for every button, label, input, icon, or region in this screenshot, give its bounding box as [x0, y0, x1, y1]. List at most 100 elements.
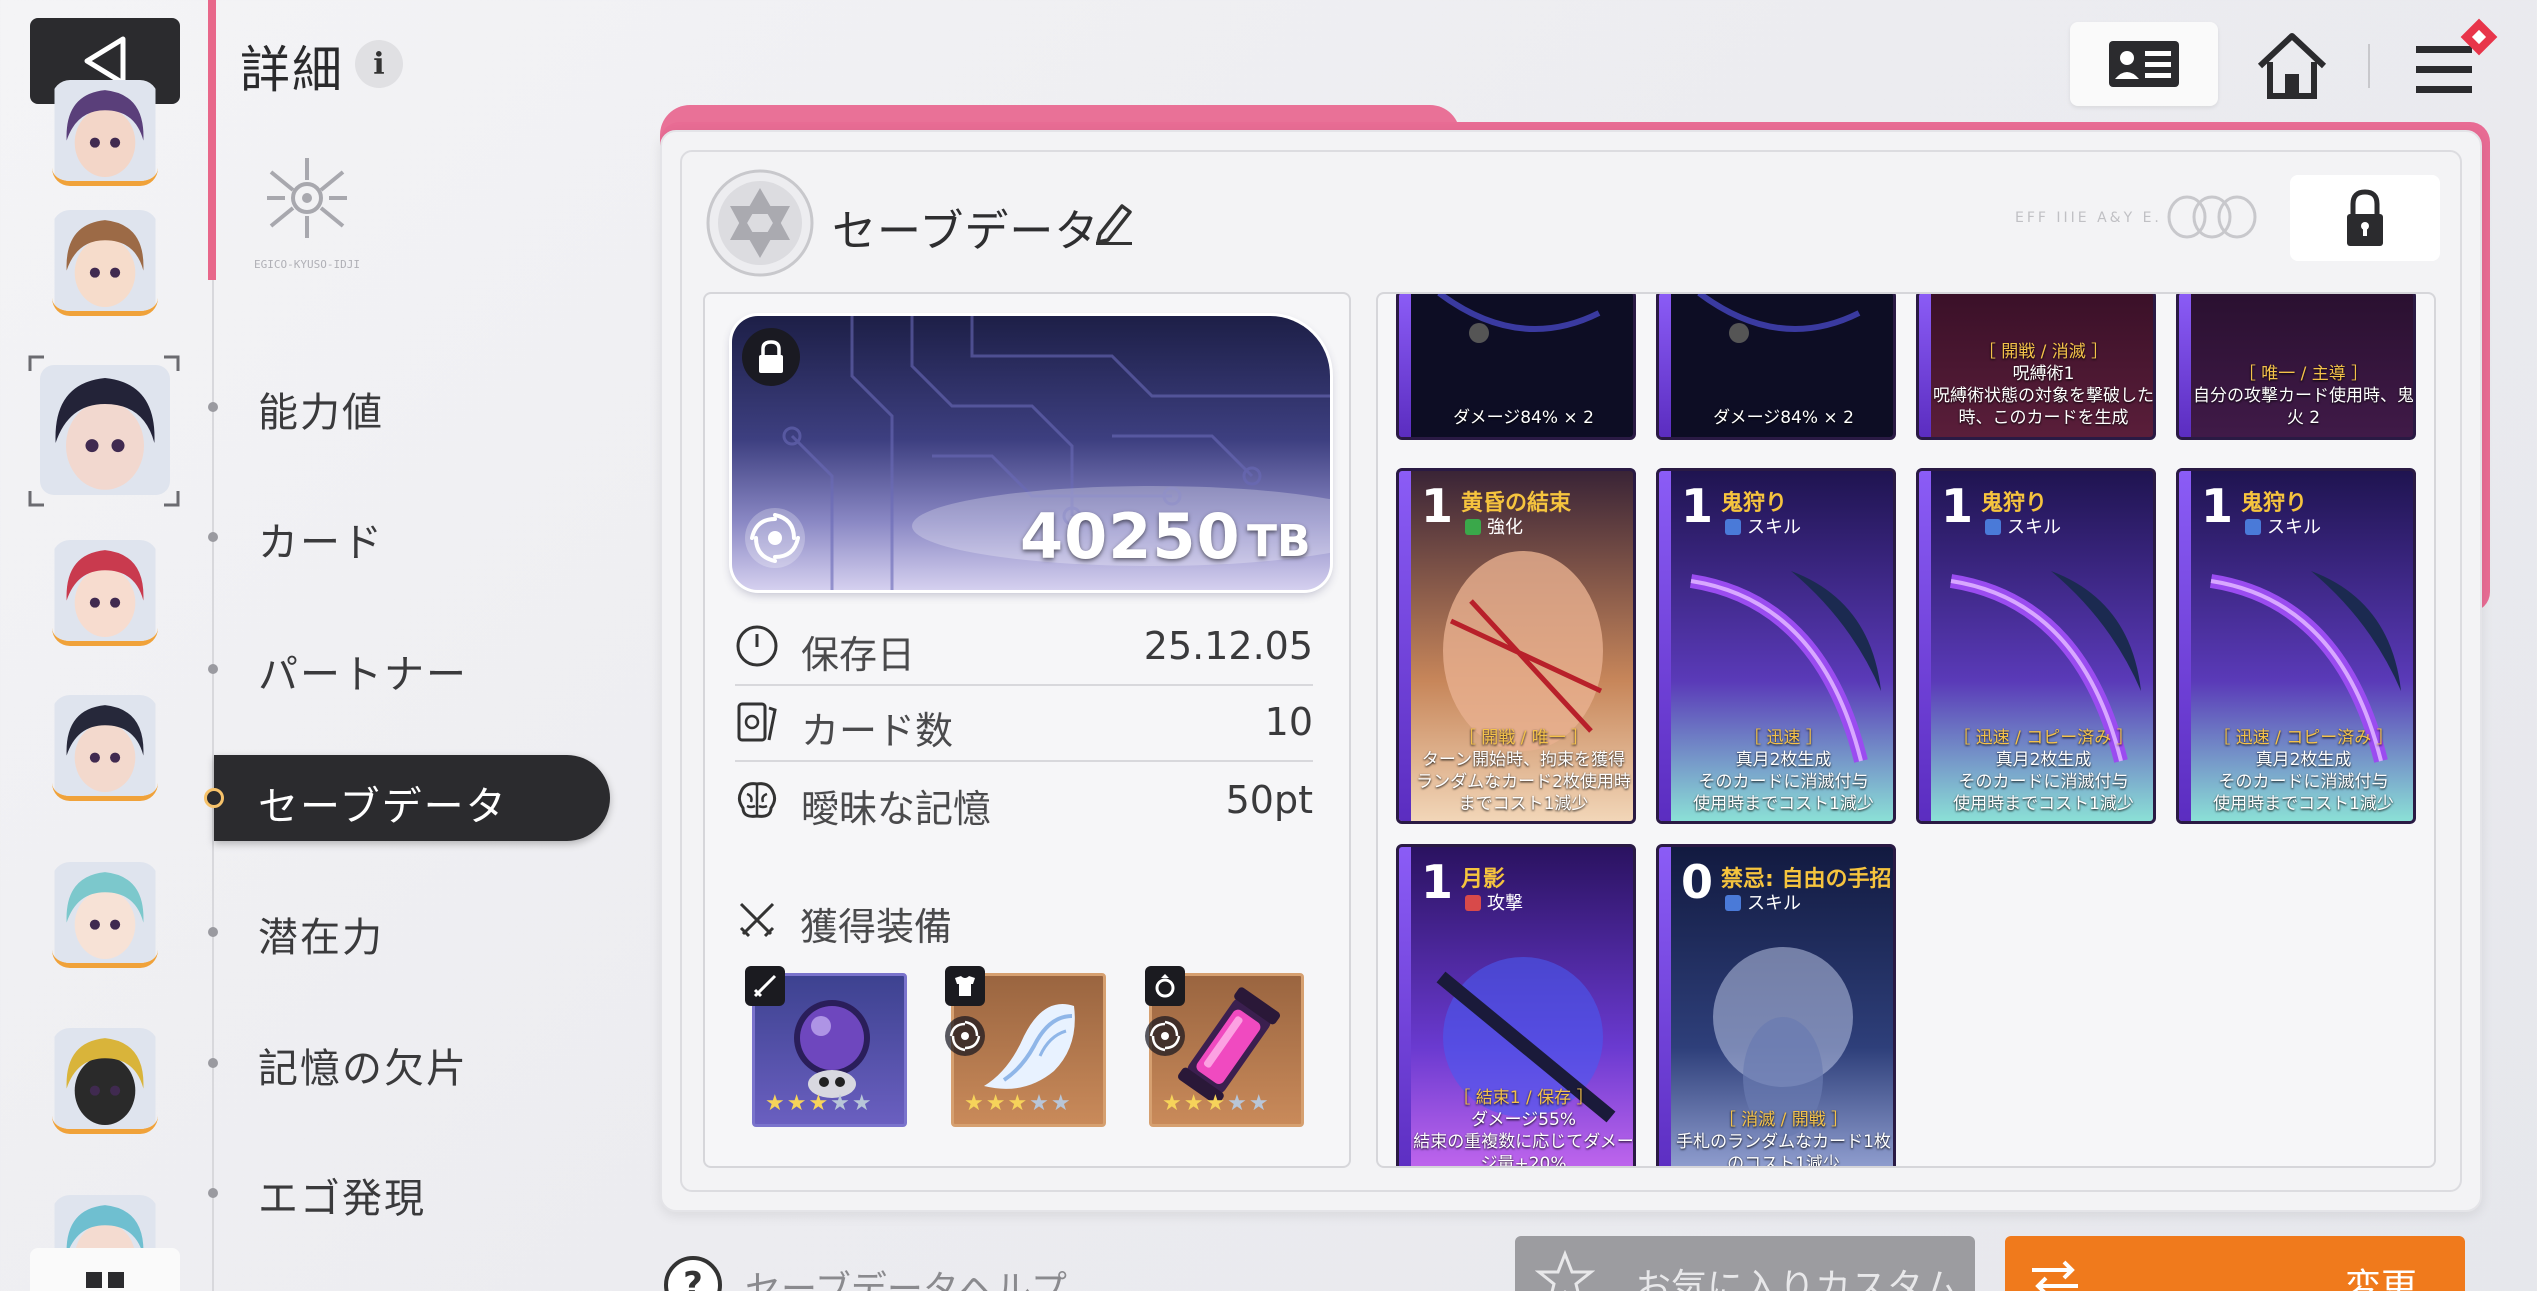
info-icon[interactable]: i — [355, 40, 403, 88]
id-card-icon — [2109, 41, 2179, 87]
card-type-label: スキル — [1747, 517, 1801, 538]
armor-swirl-icon — [945, 1016, 985, 1056]
nav-item[interactable]: パートナー — [258, 642, 468, 700]
card-text: 真月2枚生成 そのカードに消滅付与 使用時までコスト1減少 — [1953, 750, 2134, 814]
card-description: ダメージ84% × 2 — [1453, 408, 1594, 428]
padlock-icon — [2347, 189, 2383, 246]
nav-item[interactable]: エゴ発現 — [258, 1166, 426, 1224]
home-icon[interactable] — [2252, 26, 2332, 106]
lock-button[interactable] — [2290, 175, 2440, 261]
card-tag: ［ 開戦 / 消滅 ］ — [1978, 342, 2109, 362]
edit-pencil-icon[interactable] — [1092, 198, 1136, 246]
card-tag: ［ 開戦 / 唯一 ］ — [1458, 728, 1589, 748]
card-description: ［ 消滅 / 開戦 ］ 手札のランダムなカード1枚のコスト1減少 — [1671, 1109, 1893, 1168]
nav-item[interactable]: カード — [258, 510, 384, 568]
card-description: ［ 開戦 / 消滅 ］ 呪縛術1 呪縛術状態の対象を撃破した時、このカードを生成 — [1931, 341, 2154, 429]
game-card[interactable]: 1 鬼狩り スキル ［ 迅速 ］ 真月2枚生成 そのカードに消滅付与 使用時までコスト1… — [1656, 468, 1896, 824]
card-cost: 1 — [1421, 479, 1454, 533]
stat-label: 曖昧な記憶 — [801, 787, 992, 831]
stat-value: 25.12.05 — [1143, 624, 1313, 668]
save-data-title: セーブデータ — [832, 206, 1100, 257]
character-list — [0, 80, 210, 1291]
character-avatar[interactable] — [52, 862, 158, 968]
change-label[interactable]: 変更 — [2345, 1258, 2417, 1291]
crossed-swords-icon — [739, 902, 775, 938]
card-type: スキル — [1725, 513, 1801, 539]
nav-item-save-data[interactable]: セーブデータ — [258, 774, 508, 832]
game-card[interactable]: 1 黄昏の結束 強化 ［ 開戦 / 唯一 ］ ターン開始時、拘束を獲得 ランダムなカード… — [1396, 468, 1636, 824]
stat-save-date: 保存日 25.12.05 — [735, 614, 1313, 686]
card-type: 攻撃 — [1465, 889, 1523, 915]
nav-item[interactable]: 能力値 — [258, 380, 384, 438]
card-tag: ［ 迅速 / コピー済み ］ — [1953, 728, 2134, 748]
card-top-1[interactable]: ダメージ84% × 2 — [1396, 294, 1636, 440]
card-top-3[interactable]: ［ 開戦 / 消滅 ］ 呪縛術1 呪縛術状態の対象を撃破した時、このカードを生成 — [1916, 294, 2156, 440]
card-tag: ［ 迅速 / コピー済み ］ — [2213, 728, 2394, 748]
game-card[interactable]: 1 鬼狩り スキル ［ 迅速 / コピー済み ］ 真月2枚生成 そのカードに消滅付与 使… — [1916, 468, 2156, 824]
grid-icon — [86, 1272, 124, 1288]
profile-card-button[interactable] — [2070, 22, 2218, 106]
stat-divider — [735, 684, 1313, 686]
weapon-tag-icon — [745, 966, 785, 1006]
card-type: スキル — [1985, 513, 2061, 539]
card-text: 手札のランダムなカード1枚のコスト1減少 — [1676, 1132, 1891, 1168]
nav-dot — [208, 402, 218, 412]
game-card[interactable]: 0 禁忌: 自由の手招き スキル ［ 消滅 / 開戦 ］ 手札のランダムなカード1枚のコ… — [1656, 844, 1896, 1168]
card-description: ダメージ84% × 2 — [1713, 408, 1854, 428]
rings-ornament-icon — [2167, 195, 2257, 239]
card-top-4[interactable]: ［ 唯一 / 主導 ］ 自分の攻撃カード使用時、鬼火 2 — [2176, 294, 2416, 440]
card-grid[interactable]: ダメージ84% × 2 ダメージ84% × 2 ［ 開戦 / 消滅 ］ 呪縛術1… — [1376, 292, 2436, 1168]
clock-icon — [736, 625, 778, 667]
card-top-2[interactable]: ダメージ84% × 2 — [1656, 294, 1896, 440]
ego-logo: EGICO-KYUSO-IDJI — [254, 158, 360, 271]
card-cost: 1 — [2201, 479, 2234, 533]
nav-dot — [208, 1058, 218, 1068]
character-avatar[interactable] — [52, 695, 158, 801]
menu-icon[interactable] — [2408, 18, 2498, 108]
character-avatar[interactable] — [52, 210, 158, 316]
character-avatar[interactable] — [52, 1028, 158, 1134]
avatar-portrait — [54, 862, 156, 963]
game-card[interactable]: 1 鬼狩り スキル ［ 迅速 / コピー済み ］ 真月2枚生成 そのカードに消滅付与 使… — [2176, 468, 2416, 824]
stat-divider — [735, 760, 1313, 762]
equipment-header: 獲得装備 — [800, 905, 953, 949]
avatar-portrait — [54, 1028, 156, 1129]
card-count-icon — [737, 702, 777, 742]
card-type-icon — [1985, 519, 2001, 535]
card-type-label: 攻撃 — [1487, 893, 1523, 914]
equipment-stars: ★★★★★ — [1162, 1091, 1271, 1116]
game-card[interactable]: 1 月影 攻撃 ［ 結束1 / 保存 ］ ダメージ55% 結束の重複数に応じてダメージ量… — [1396, 844, 1636, 1166]
equipment-stars: ★★★★★ — [765, 1091, 874, 1116]
card-description: ［ 開戦 / 唯一 ］ ターン開始時、拘束を獲得 ランダムなカード2枚使用時までコ… — [1411, 727, 1633, 815]
card-type-icon — [1725, 519, 1741, 535]
help-icon[interactable]: ? — [664, 1256, 722, 1291]
help-link[interactable]: セーブデータヘルプ — [745, 1260, 1067, 1291]
ring-swirl-icon — [1145, 1016, 1185, 1056]
card-text: 呪縛術1 呪縛術状態の対象を撃破した時、このカードを生成 — [1933, 364, 2154, 428]
card-type: スキル — [1725, 889, 1801, 915]
nav-item[interactable]: 記憶の欠片 — [258, 1036, 468, 1094]
character-avatar[interactable] — [52, 80, 158, 186]
card-text: ターン開始時、拘束を獲得 ランダムなカード2枚使用時までコスト1減少 — [1416, 750, 1631, 814]
nav-item[interactable]: 潜在力 — [258, 905, 384, 963]
card-description: ［ 迅速 / コピー済み ］ 真月2枚生成 そのカードに消滅付与 使用時までコスト… — [1931, 727, 2153, 815]
character-avatar[interactable] — [52, 540, 158, 646]
card-type-label: スキル — [2007, 517, 2061, 538]
card-cost: 1 — [1421, 855, 1454, 909]
card-description: ［ 唯一 / 主導 ］ 自分の攻撃カード使用時、鬼火 2 — [2191, 363, 2413, 429]
avatar-portrait — [54, 210, 156, 311]
card-type-label: スキル — [2267, 517, 2321, 538]
page-title: 詳細 — [240, 41, 344, 99]
card-text: 真月2枚生成 そのカードに消滅付与 使用時までコスト1減少 — [1693, 750, 1874, 814]
avatar-portrait — [54, 540, 156, 641]
stat-label: 保存日 — [801, 633, 916, 677]
stat-value: 50pt — [1225, 778, 1313, 822]
nav-dot — [208, 927, 218, 937]
card-description: ［ 結束1 / 保存 ］ ダメージ55% 結束の重複数に応じてダメージ量+20% — [1411, 1087, 1633, 1166]
top-divider — [2368, 44, 2370, 88]
favorite-custom-label[interactable]: お気に入りカスタム — [1635, 1258, 1959, 1291]
nav-active-dot — [204, 788, 224, 808]
grid-view-button[interactable] — [30, 1248, 180, 1291]
card-type-icon — [1725, 895, 1741, 911]
tb-unit: TB — [1247, 516, 1311, 567]
